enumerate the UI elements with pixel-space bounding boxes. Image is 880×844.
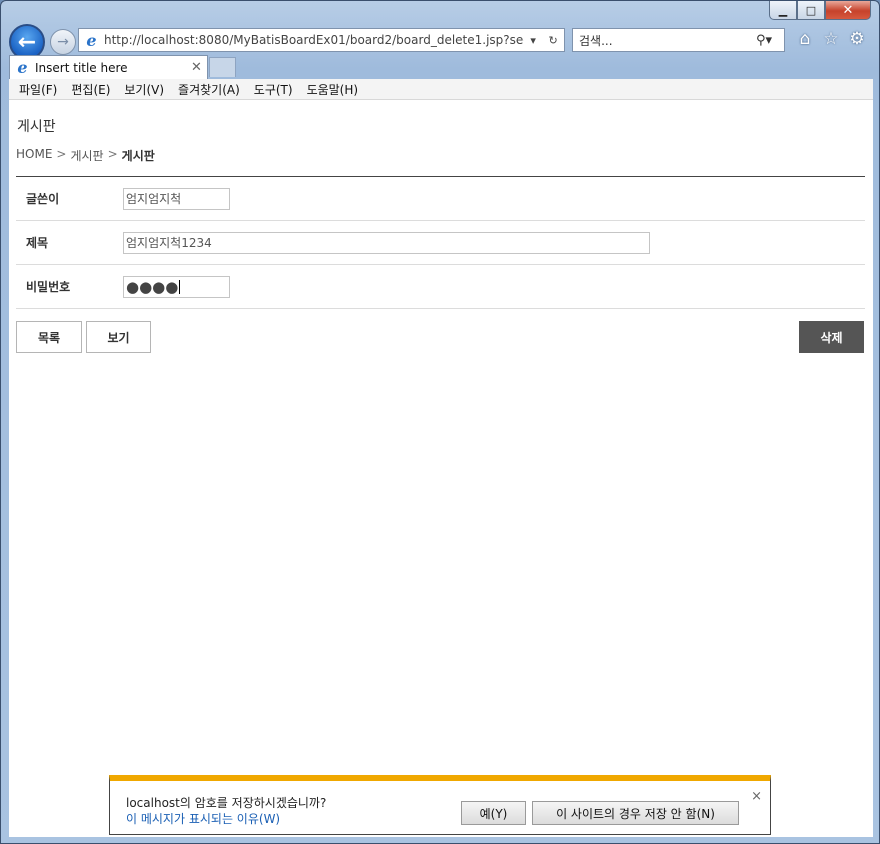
ie-tab-icon: e: [17, 58, 28, 77]
page-title: 게시판: [17, 119, 56, 135]
arrow-left-icon: ←: [17, 29, 37, 55]
refresh-icon[interactable]: ↻: [548, 34, 557, 47]
subject-field-cell: 엄지엄지척1234: [114, 231, 865, 254]
page-viewport: 게시판 HOME > 게시판 > 게시판 글쓴이 엄지엄지척 제목 엄지엄지척1…: [9, 100, 873, 837]
new-tab-button[interactable]: [209, 57, 236, 77]
subject-field[interactable]: 엄지엄지척1234: [123, 231, 650, 254]
text-caret: [179, 279, 181, 294]
window-controls: ▁ □ ✕: [769, 1, 871, 20]
address-text[interactable]: http://localhost:8080/MyBatisBoardEx01/b…: [104, 33, 524, 47]
address-bar[interactable]: e http://localhost:8080/MyBatisBoardEx01…: [78, 28, 565, 52]
tab-strip: e Insert title here ✕: [1, 55, 880, 79]
search-input[interactable]: 검색... ⚲▾: [572, 28, 785, 52]
menu-file[interactable]: 파일(F): [12, 81, 64, 98]
close-window-button[interactable]: ✕: [825, 1, 871, 20]
tab-title: Insert title here: [35, 60, 128, 75]
close-icon[interactable]: ×: [751, 789, 762, 804]
menu-view[interactable]: 보기(V): [117, 81, 171, 98]
password-mask: ●●●●: [126, 277, 179, 296]
star-icon[interactable]: ☆: [821, 29, 841, 49]
subject-row: 제목 엄지엄지척1234: [16, 221, 865, 265]
prompt-message: localhost의 암호를 저장하시겠습니까?: [126, 796, 327, 810]
writer-field[interactable]: 엄지엄지척: [123, 187, 230, 210]
tab-active[interactable]: e Insert title here ✕: [9, 55, 208, 79]
navigation-bar: ← → e http://localhost:8080/MyBatisBoard…: [1, 23, 880, 60]
search-icon[interactable]: ⚲▾: [756, 33, 784, 48]
search-placeholder: 검색...: [579, 33, 613, 48]
ie-page-icon: e: [86, 30, 97, 50]
writer-field-cell: 엄지엄지척: [114, 187, 865, 210]
save-yes-button[interactable]: 예(Y): [461, 801, 526, 825]
browser-window: ▁ □ ✕ ← → e http://localhost:8080/MyBati…: [0, 0, 880, 844]
why-link[interactable]: 이 메시지가 표시되는 이유(W): [126, 810, 280, 827]
subject-label: 제목: [26, 236, 49, 250]
delete-button[interactable]: 삭제: [799, 321, 864, 353]
forward-button[interactable]: →: [50, 29, 76, 55]
gear-icon[interactable]: ⚙: [847, 29, 867, 49]
password-row: 비밀번호 ●●●●: [16, 265, 865, 309]
never-save-button[interactable]: 이 사이트의 경우 저장 안 함(N): [532, 801, 739, 825]
chevron-right-icon: >: [56, 147, 67, 161]
list-button[interactable]: 목록: [16, 321, 82, 353]
password-save-prompt: localhost의 암호를 저장하시겠습니까? 이 메시지가 표시되는 이유(…: [109, 775, 771, 835]
breadcrumb-board[interactable]: 게시판: [70, 147, 103, 164]
close-tab-icon[interactable]: ✕: [191, 60, 207, 75]
menu-tools[interactable]: 도구(T): [247, 81, 300, 98]
chevron-right-icon: >: [107, 147, 118, 161]
writer-label: 글쓴이: [26, 192, 60, 206]
browser-tools: ⌂ ☆ ⚙: [795, 29, 867, 49]
breadcrumb: HOME > 게시판 > 게시판: [16, 147, 155, 164]
arrow-right-icon: →: [57, 34, 69, 50]
password-label: 비밀번호: [26, 280, 71, 294]
address-tools: ▾ ↻: [524, 34, 564, 47]
menu-favorites[interactable]: 즐겨찾기(A): [171, 81, 247, 98]
maximize-button[interactable]: □: [797, 1, 825, 20]
menu-help[interactable]: 도움말(H): [300, 81, 366, 98]
writer-row: 글쓴이 엄지엄지척: [16, 177, 865, 221]
home-icon[interactable]: ⌂: [795, 29, 815, 49]
breadcrumb-home[interactable]: HOME: [16, 147, 52, 164]
menu-edit[interactable]: 편집(E): [64, 81, 117, 98]
delete-form-table: 글쓴이 엄지엄지척 제목 엄지엄지척1234 비밀번호 ●●●●: [16, 176, 865, 309]
password-field[interactable]: ●●●●: [123, 275, 230, 298]
dropdown-icon[interactable]: ▾: [530, 34, 536, 47]
minimize-button[interactable]: ▁: [769, 1, 797, 20]
view-button[interactable]: 보기: [86, 321, 151, 353]
breadcrumb-current: 게시판: [121, 149, 155, 163]
menu-bar: 파일(F) 편집(E) 보기(V) 즐겨찾기(A) 도구(T) 도움말(H): [9, 79, 873, 100]
password-field-cell: ●●●●: [114, 275, 865, 298]
